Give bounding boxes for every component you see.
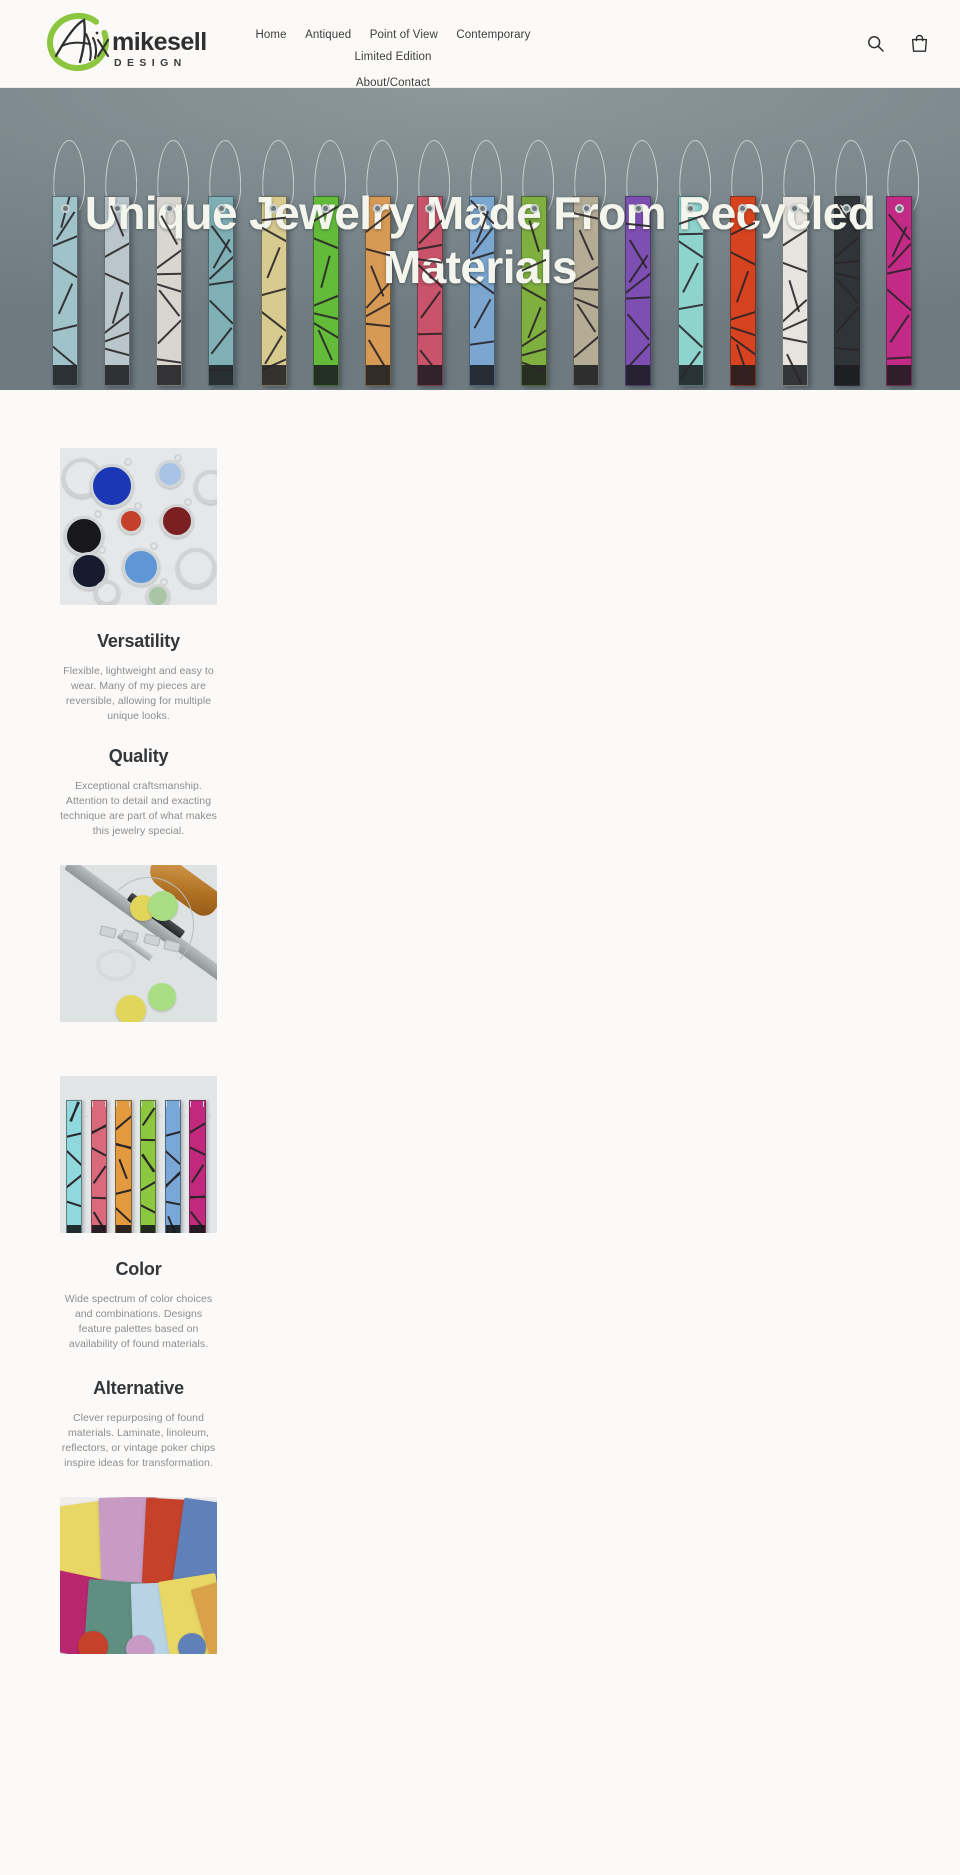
strip-pendant bbox=[115, 1100, 132, 1233]
bezel-pendant bbox=[122, 548, 160, 586]
pendant-tile bbox=[469, 196, 495, 386]
strip-spacer bbox=[85, 1116, 88, 1117]
strip-pendant bbox=[189, 1100, 206, 1233]
material-disc bbox=[148, 891, 178, 921]
pendant-tile bbox=[260, 196, 287, 386]
quality-title: Quality bbox=[108, 746, 169, 766]
strip-pendant bbox=[139, 1100, 157, 1233]
bezel-pendant bbox=[156, 460, 184, 488]
strip-spacer bbox=[134, 1116, 137, 1117]
header-actions bbox=[864, 33, 930, 55]
main-navigation: Home Antiqued Point of View Contemporary… bbox=[228, 24, 558, 94]
material-chip bbox=[178, 1633, 206, 1654]
pendant-tile bbox=[104, 196, 131, 386]
bezel-loop bbox=[150, 542, 158, 550]
strip-pendant bbox=[66, 1100, 83, 1233]
bezel-loop bbox=[160, 578, 168, 586]
logo-mark-icon: mikesell DESIGN bbox=[47, 12, 207, 72]
pendant-tile bbox=[208, 196, 235, 386]
pendant-tile bbox=[625, 196, 652, 386]
bezel-pendant bbox=[194, 470, 217, 504]
color-text-block: Color Wide spectrum of color choices and… bbox=[60, 1259, 217, 1352]
search-icon bbox=[867, 36, 884, 52]
strip-pendant bbox=[90, 1100, 107, 1233]
alternative-image bbox=[60, 1497, 217, 1654]
bezel-loop bbox=[184, 498, 192, 506]
nav-item-limited-edition[interactable]: Limited Edition bbox=[355, 47, 432, 68]
pendant-tile bbox=[781, 196, 808, 386]
bezel-pendant bbox=[118, 508, 144, 534]
bezel-loop bbox=[134, 502, 142, 510]
pendant-tile bbox=[156, 196, 183, 386]
versatility-body: Flexible, lightweight and easy to wear. … bbox=[63, 665, 214, 722]
strip-spacer bbox=[109, 1116, 113, 1117]
nav-item-home[interactable]: Home bbox=[256, 25, 287, 46]
site-logo[interactable]: mikesell DESIGN bbox=[40, 12, 222, 76]
strip-spacer bbox=[159, 1116, 162, 1117]
pendant-tile bbox=[416, 196, 443, 386]
pendant-tile bbox=[833, 196, 860, 386]
material-disc bbox=[116, 995, 146, 1022]
feature-section-quality: Quality Exceptional craftsmanship. Atten… bbox=[60, 746, 217, 1022]
color-body: Wide spectrum of color choices and combi… bbox=[64, 1293, 213, 1350]
bezel-loop bbox=[94, 510, 102, 518]
alternative-text-block: Alternative Clever repurposing of found … bbox=[60, 1378, 217, 1471]
cart-button[interactable] bbox=[908, 33, 930, 55]
pendant-tile bbox=[729, 196, 756, 386]
material-disc bbox=[148, 983, 176, 1011]
bezel-loop bbox=[124, 458, 132, 466]
pendant-tile bbox=[364, 196, 391, 386]
site-header: mikesell DESIGN Home Antiqued Point of V… bbox=[0, 0, 960, 89]
strip-spacer bbox=[183, 1116, 187, 1117]
bezel-pendant bbox=[160, 504, 194, 538]
bezel-loop bbox=[174, 454, 182, 462]
feature-section-color: Color Wide spectrum of color choices and… bbox=[60, 1076, 217, 1352]
quality-image bbox=[60, 865, 217, 1022]
versatility-image bbox=[60, 448, 217, 605]
versatility-title: Versatility bbox=[97, 631, 180, 651]
material-chip bbox=[78, 1631, 108, 1654]
pendant-tile bbox=[677, 196, 704, 386]
pendant-tile bbox=[52, 196, 78, 386]
bezel-pendant bbox=[94, 580, 120, 605]
hero-banner: Unique Jewelry Made From Recycled Materi… bbox=[0, 88, 960, 390]
bezel-pendant bbox=[176, 548, 216, 588]
nav-item-antiqued[interactable]: Antiqued bbox=[305, 25, 351, 46]
pendant-tile bbox=[312, 196, 339, 386]
bezel-pendant bbox=[146, 584, 170, 605]
alternative-body: Clever repurposing of found materials. L… bbox=[61, 1412, 216, 1469]
svg-text:DESIGN: DESIGN bbox=[114, 57, 187, 69]
pendant-tile bbox=[886, 196, 912, 386]
alternative-title: Alternative bbox=[93, 1378, 184, 1398]
search-button[interactable] bbox=[864, 33, 886, 55]
pendant-tile bbox=[573, 196, 600, 386]
pendant-tile bbox=[521, 196, 548, 386]
nav-item-contemporary[interactable]: Contemporary bbox=[456, 25, 530, 46]
svg-text:mikesell: mikesell bbox=[112, 28, 207, 56]
color-title: Color bbox=[115, 1259, 162, 1279]
quality-body: Exceptional craftsmanship. Attention to … bbox=[60, 780, 217, 837]
feature-section-versatility: Versatility Flexible, lightweight and ea… bbox=[60, 448, 217, 724]
bezel-loop bbox=[98, 546, 106, 554]
bezel-pendant bbox=[90, 464, 134, 508]
versatility-text-block: Versatility Flexible, lightweight and ea… bbox=[60, 631, 217, 724]
wire-loop bbox=[104, 877, 194, 973]
quality-text-block: Quality Exceptional craftsmanship. Atten… bbox=[60, 746, 217, 839]
nav-item-point-of-view[interactable]: Point of View bbox=[370, 25, 438, 46]
main-content: Versatility Flexible, lightweight and ea… bbox=[0, 390, 960, 1654]
feature-section-alternative: Alternative Clever repurposing of found … bbox=[60, 1378, 217, 1654]
strip-spacer bbox=[208, 1116, 211, 1117]
strip-pendant bbox=[164, 1100, 181, 1233]
cart-icon bbox=[911, 34, 927, 52]
color-image bbox=[60, 1076, 217, 1233]
hero-pendant-row bbox=[50, 140, 920, 390]
